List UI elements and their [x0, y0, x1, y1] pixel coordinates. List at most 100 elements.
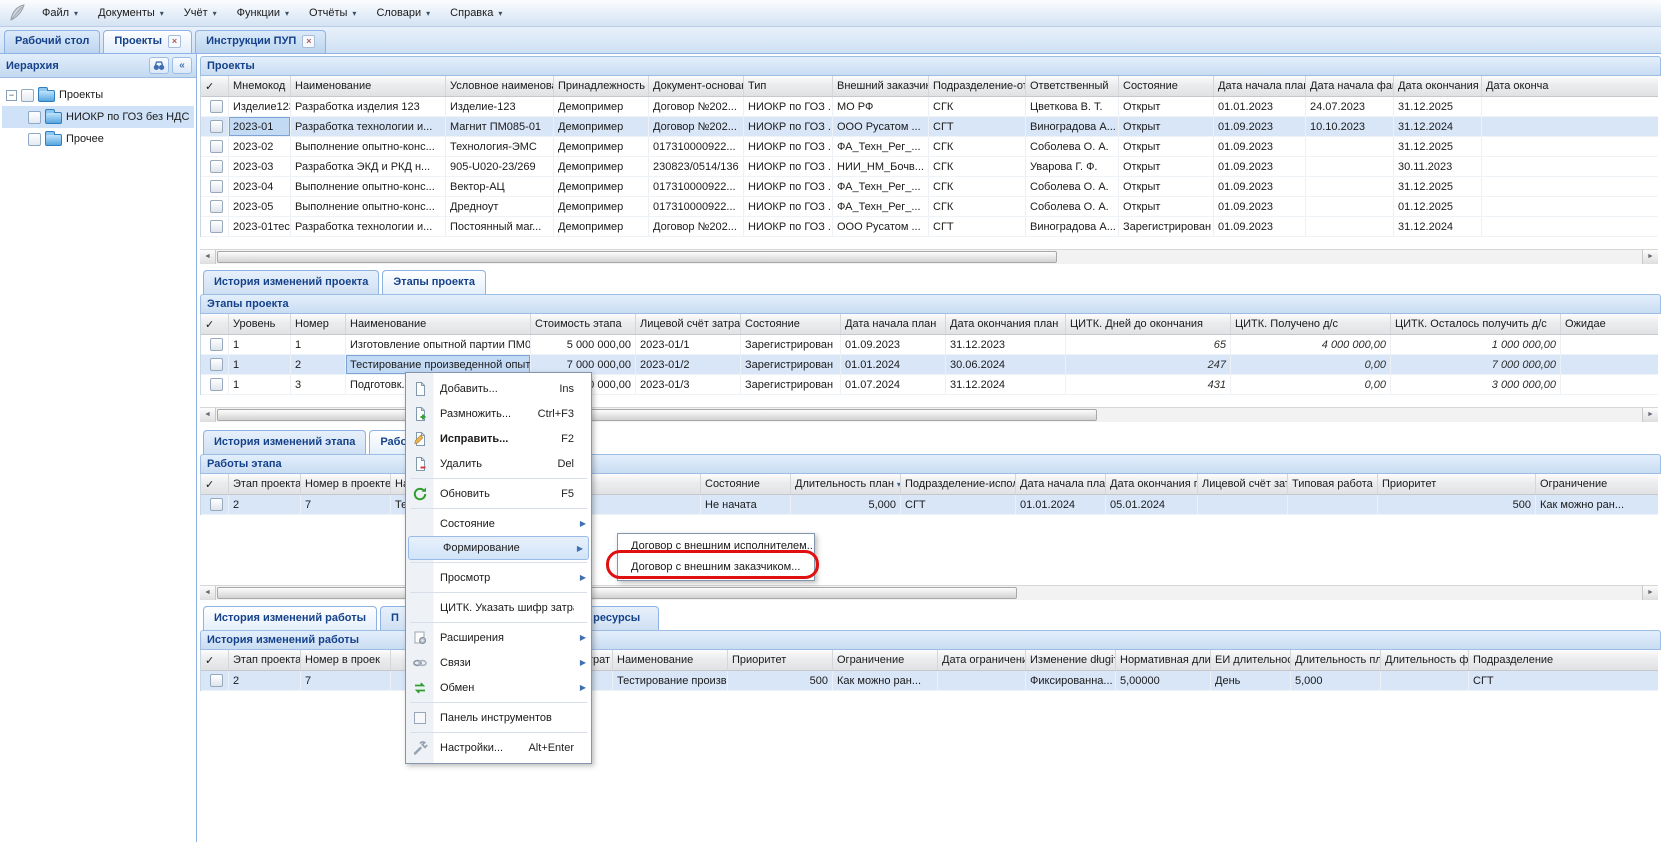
row-checkbox[interactable] [210, 140, 223, 153]
menu-item-9[interactable]: Расширения▶ [406, 625, 591, 650]
submenu-item-1[interactable]: Договор с внешним заказчиком... [618, 557, 814, 578]
column-header[interactable]: Дата окончания план [946, 314, 1066, 334]
column-header[interactable]: Номер в проек [301, 650, 391, 670]
menu-item-1[interactable]: Размножить...Ctrl+F3 [406, 401, 591, 426]
tree-item-2[interactable]: Прочее [2, 128, 194, 150]
tree-item-1[interactable]: НИОКР по ГОЗ без НДС [2, 106, 194, 128]
search-icon[interactable] [149, 57, 169, 74]
close-icon[interactable]: × [302, 35, 315, 48]
menu-item-6[interactable]: Формирование▶ [408, 536, 589, 560]
table-row[interactable]: 2023-05Выполнение опытно-конс...Дредноут… [201, 197, 1658, 217]
column-header[interactable]: Длительность план▾ [791, 474, 901, 494]
menu-item-10[interactable]: Связи▶ [406, 650, 591, 675]
menubar-item-1[interactable]: Документы▾ [88, 2, 174, 24]
column-header[interactable]: Дата начала план. [1016, 474, 1106, 494]
column-header[interactable]: Тип [744, 76, 833, 96]
column-header[interactable]: Наименование [291, 76, 446, 96]
row-checkbox[interactable] [210, 378, 223, 391]
table-row[interactable]: 2023-03Разработка ЭКД и РКД н...905-U020… [201, 157, 1658, 177]
table-row[interactable]: 11Изготовление опытной партии ПМ0...5 00… [201, 335, 1658, 355]
scroll-right-icon[interactable]: ► [1642, 250, 1658, 264]
menu-item-5[interactable]: Состояние▶ [406, 511, 591, 536]
doc-tab-2[interactable]: Инструкции ПУП× [195, 30, 326, 53]
menubar-item-6[interactable]: Справка▾ [440, 2, 512, 24]
column-header[interactable]: Состояние [701, 474, 791, 494]
column-header[interactable]: Дата окончания план [1106, 474, 1198, 494]
table-row[interactable]: 2023-01Разработка технологии и...Магнит … [201, 117, 1658, 137]
column-header[interactable]: Наименование [613, 650, 728, 670]
column-header[interactable]: Длительность фак [1381, 650, 1469, 670]
column-header[interactable]: Дата начала план. [1214, 76, 1306, 96]
column-header[interactable]: Подразделение-исполнитель.. [901, 474, 1016, 494]
menu-item-3[interactable]: УдалитьDel [406, 451, 591, 476]
column-header[interactable]: Внешний заказчик [833, 76, 929, 96]
column-header[interactable]: Наименование [346, 314, 531, 334]
row-checkbox[interactable] [210, 120, 223, 133]
column-header[interactable]: ✓ [201, 76, 229, 96]
tab-project-detail-1[interactable]: Этапы проекта [382, 270, 486, 294]
column-header[interactable]: ✓ [201, 650, 229, 670]
column-header[interactable]: Мнемокод [229, 76, 291, 96]
column-header[interactable]: Длительность пла [1291, 650, 1381, 670]
menu-item-4[interactable]: ОбновитьF5 [406, 481, 591, 506]
column-header[interactable]: ЕИ длительности [1211, 650, 1291, 670]
row-checkbox[interactable] [210, 100, 223, 113]
column-header[interactable]: Нормативная длит [1116, 650, 1211, 670]
scroll-left-icon[interactable]: ◄ [200, 586, 216, 600]
row-checkbox[interactable] [210, 498, 223, 511]
column-header[interactable]: Приоритет [728, 650, 833, 670]
menu-item-8[interactable]: ЦИТК. Указать шифр затрат... [406, 595, 591, 620]
doc-tab-1[interactable]: Проекты× [103, 30, 192, 53]
tab-project-detail-0[interactable]: История изменений проекта [203, 270, 379, 294]
close-icon[interactable]: × [168, 35, 181, 48]
scroll-thumb[interactable] [217, 587, 1017, 599]
column-header[interactable]: ЦИТК. Осталось получить д/с [1391, 314, 1561, 334]
column-header[interactable]: Состояние [741, 314, 841, 334]
menu-item-0[interactable]: Добавить...Ins [406, 376, 591, 401]
column-header[interactable]: Изменение długiтел [1026, 650, 1116, 670]
row-checkbox[interactable] [210, 160, 223, 173]
column-header[interactable]: Подразделение [1469, 650, 1658, 670]
menubar-item-3[interactable]: Функции▾ [227, 2, 299, 24]
row-checkbox[interactable] [210, 220, 223, 233]
column-header[interactable]: Лицевой счёт затрат. [636, 314, 741, 334]
tree-expander-icon[interactable]: − [6, 90, 17, 101]
column-header[interactable]: Принадлежность [554, 76, 649, 96]
row-checkbox[interactable] [210, 358, 223, 371]
row-checkbox[interactable] [210, 180, 223, 193]
column-header[interactable]: Этап проекта [229, 650, 301, 670]
tree-checkbox[interactable] [28, 111, 41, 124]
column-header[interactable]: Документ-основан [649, 76, 744, 96]
column-header[interactable]: Дата оконча [1482, 76, 1658, 96]
menubar-item-2[interactable]: Учёт▾ [174, 2, 227, 24]
row-checkbox[interactable] [210, 338, 223, 351]
column-header[interactable]: Типовая работа [1288, 474, 1378, 494]
column-header[interactable]: Этап проекта [229, 474, 301, 494]
collapse-panel-icon[interactable]: « [172, 57, 192, 74]
column-header[interactable]: Дата окончания п [1394, 76, 1482, 96]
table-row[interactable]: Изделие123Разработка изделия 123Изделие-… [201, 97, 1658, 117]
menubar-item-4[interactable]: Отчёты▾ [299, 2, 366, 24]
column-header[interactable]: Лицевой счёт затр [1198, 474, 1288, 494]
scroll-right-icon[interactable]: ► [1642, 586, 1658, 600]
tree-checkbox[interactable] [21, 89, 34, 102]
scroll-thumb[interactable] [217, 409, 1097, 421]
doc-tab-0[interactable]: Рабочий стол [4, 30, 100, 53]
column-header[interactable]: Номер в проекте [301, 474, 391, 494]
tab-work-detail-0[interactable]: История изменений работы [203, 606, 377, 630]
column-header[interactable]: Приоритет [1378, 474, 1536, 494]
scroll-left-icon[interactable]: ◄ [200, 250, 216, 264]
row-checkbox[interactable] [210, 674, 223, 687]
menu-item-13[interactable]: Настройки...Alt+Enter [406, 735, 591, 760]
row-checkbox[interactable] [210, 200, 223, 213]
column-header[interactable]: Стоимость этапа [531, 314, 636, 334]
column-header[interactable]: ✓ [201, 474, 229, 494]
column-header[interactable]: Ответственный [1026, 76, 1119, 96]
scroll-thumb[interactable] [217, 251, 1057, 263]
tree-item-0[interactable]: −Проекты [2, 84, 194, 106]
column-header[interactable]: Номер [291, 314, 346, 334]
submenu-item-0[interactable]: Договор с внешним исполнителем... [618, 536, 814, 557]
column-header[interactable]: Уровень [229, 314, 291, 334]
column-header[interactable]: Подразделение-от [929, 76, 1026, 96]
menu-item-11[interactable]: Обмен▶ [406, 675, 591, 700]
